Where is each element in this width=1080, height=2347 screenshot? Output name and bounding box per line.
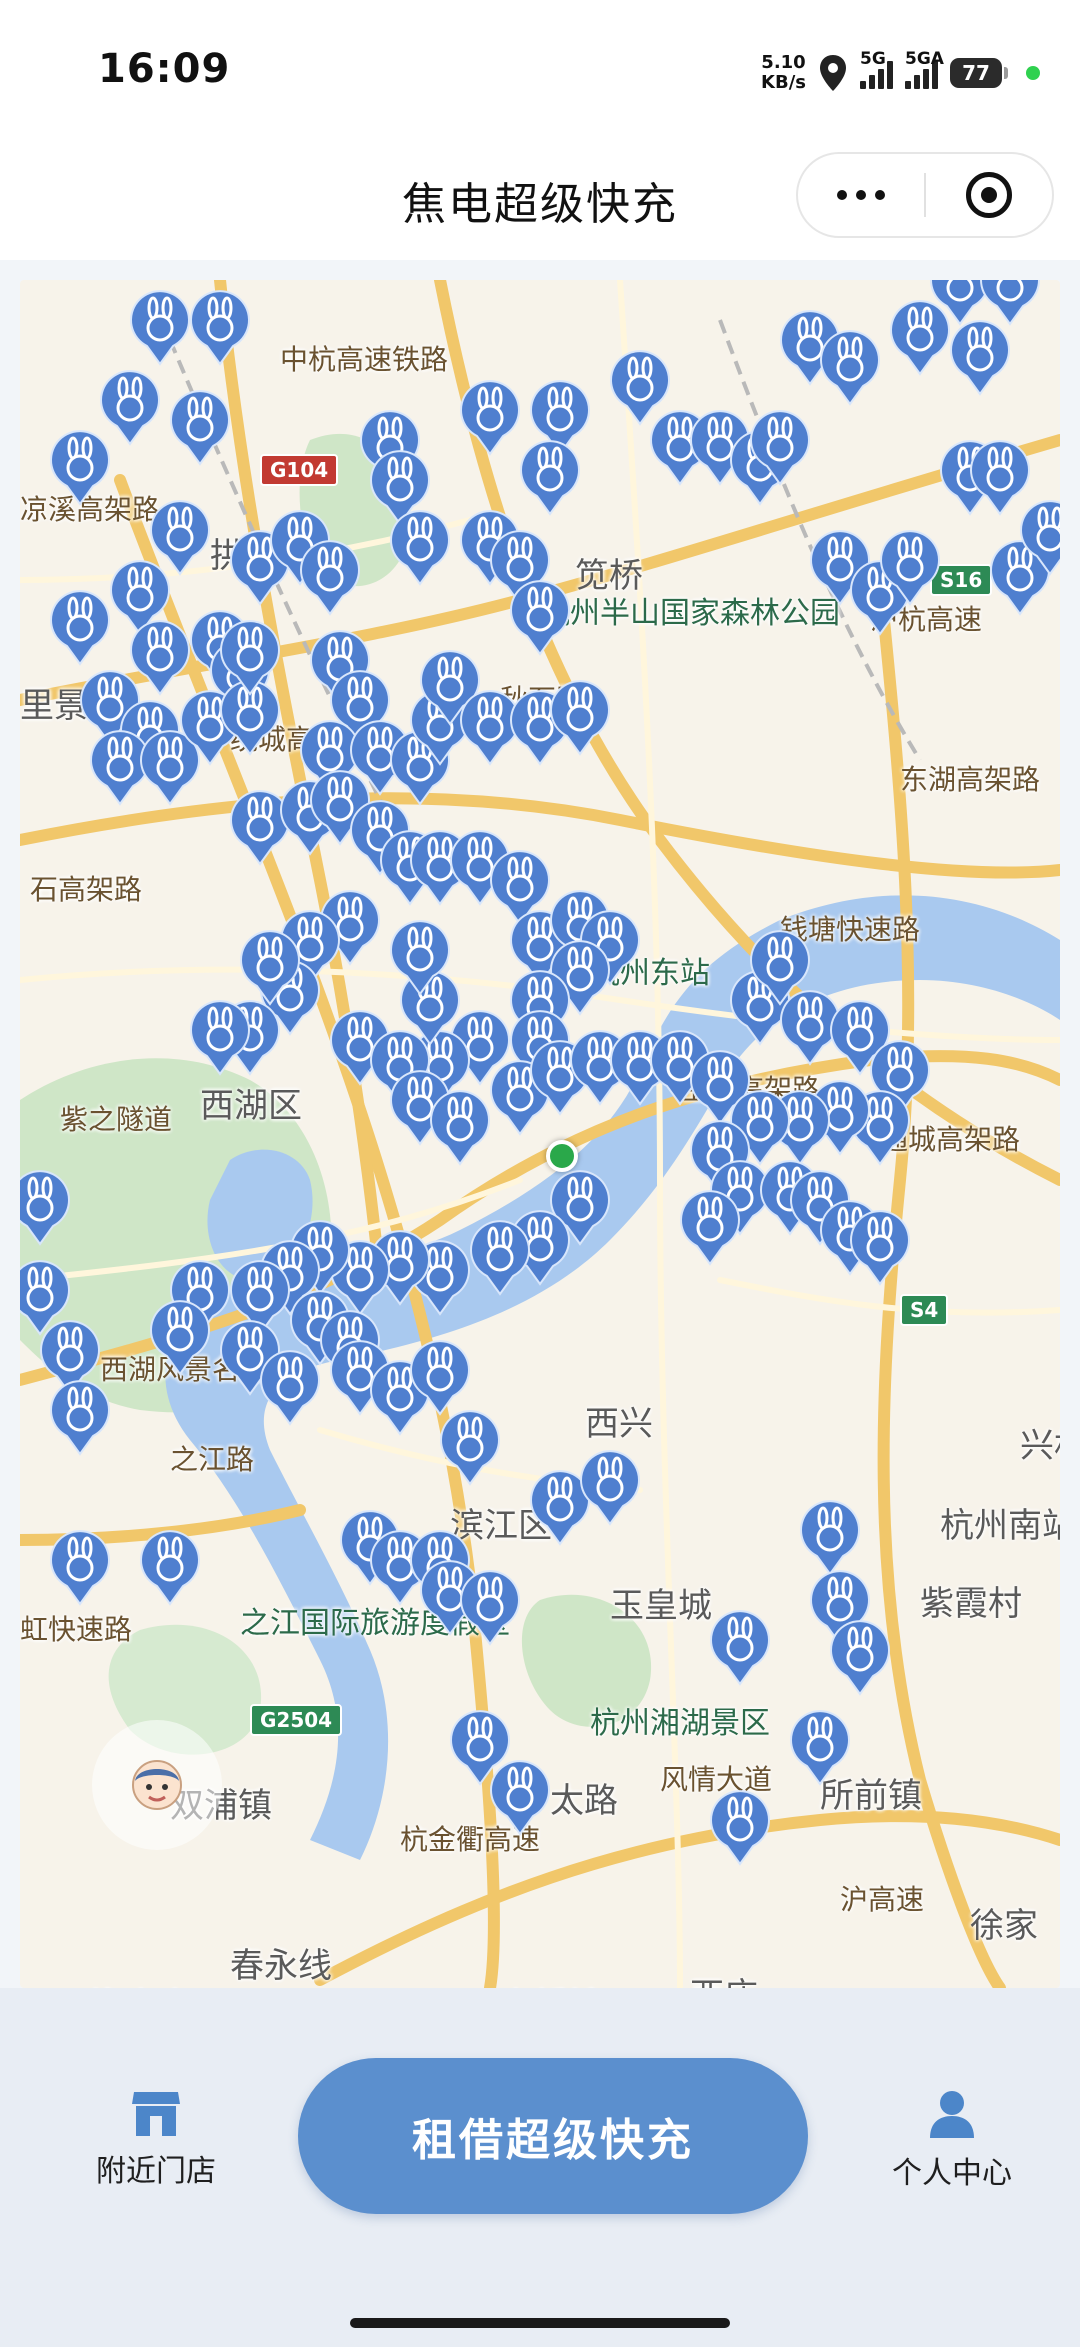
rabbit-pin-icon[interactable] (950, 320, 1010, 396)
map-frame: 崇贤拱墅区笕桥西湖区上城西兴滨江区玉皇城紫霞村西庄徐家所前镇义桥镇渔山乡春永线双… (0, 262, 1080, 1988)
signal-icon: 5GA (905, 49, 944, 89)
more-button[interactable] (798, 154, 924, 236)
rabbit-pin-icon[interactable] (300, 540, 360, 616)
rabbit-pin-icon[interactable] (800, 1500, 860, 1576)
rabbit-pin-icon[interactable] (490, 1760, 550, 1836)
rabbit-pin-icon[interactable] (130, 620, 190, 696)
rabbit-pin-icon[interactable] (190, 290, 250, 366)
rabbit-pin-icon[interactable] (50, 590, 110, 666)
rabbit-pin-icon[interactable] (470, 1220, 530, 1296)
close-button[interactable] (926, 154, 1052, 236)
rabbit-pin-icon[interactable] (710, 1790, 770, 1866)
customer-service-button[interactable] (92, 1720, 222, 1850)
rabbit-pin-icon[interactable] (970, 440, 1030, 516)
customer-service-icon (132, 1760, 182, 1810)
rabbit-pin-icon[interactable] (710, 1610, 770, 1686)
network-speed: 5.10 KB/s (761, 53, 806, 93)
rabbit-pin-icon[interactable] (460, 1570, 520, 1646)
rabbit-pin-icon[interactable] (850, 1210, 910, 1286)
rabbit-pin-icon[interactable] (260, 1350, 320, 1426)
profile-label: 个人中心 (892, 2156, 1012, 2191)
rabbit-pin-icon[interactable] (460, 380, 520, 456)
rabbit-pin-icon[interactable] (820, 330, 880, 406)
network-speed-unit: KB/s (761, 72, 806, 93)
rabbit-pin-icon[interactable] (520, 440, 580, 516)
current-location-marker (546, 1140, 578, 1172)
rabbit-pin-icon[interactable] (680, 1190, 740, 1266)
status-bar: 16:09 5.10 KB/s 5G 5GA 77 (0, 0, 1080, 130)
rabbit-pin-icon[interactable] (580, 1450, 640, 1526)
rabbit-pin-icon[interactable] (430, 1090, 490, 1166)
nearby-stores-label: 附近门店 (96, 2154, 216, 2189)
home-indicator (350, 2318, 730, 2328)
nearby-stores-button[interactable]: 附近门店 (76, 2088, 236, 2190)
rabbit-pin-icon[interactable] (830, 1620, 890, 1696)
rabbit-pin-icon[interactable] (130, 290, 190, 366)
close-target-icon (965, 172, 1012, 218)
map-view[interactable]: 崇贤拱墅区笕桥西湖区上城西兴滨江区玉皇城紫霞村西庄徐家所前镇义桥镇渔山乡春永线双… (20, 280, 1060, 1988)
rabbit-pin-icon[interactable] (90, 730, 150, 806)
rabbit-pin-icon[interactable] (890, 300, 950, 376)
rabbit-pin-icon[interactable] (150, 500, 210, 576)
rabbit-pin-icon[interactable] (20, 1170, 70, 1246)
rabbit-pin-icon[interactable] (170, 390, 230, 466)
rabbit-pin-icon[interactable] (460, 690, 520, 766)
store-icon (132, 2092, 180, 2136)
status-indicators: 5.10 KB/s 5G 5GA 77 (761, 48, 1040, 98)
rabbit-pin-icon[interactable] (140, 1530, 200, 1606)
rabbit-pin-icon[interactable] (610, 350, 670, 426)
rabbit-pin-icon[interactable] (230, 790, 290, 866)
rabbit-pin-icon[interactable] (100, 370, 160, 446)
rabbit-pin-icon[interactable] (440, 1410, 500, 1486)
rabbit-pin-icon[interactable] (50, 430, 110, 506)
location-icon (820, 55, 846, 91)
rabbit-pin-icon[interactable] (150, 1300, 210, 1376)
rabbit-pin-icon[interactable] (790, 1710, 850, 1786)
signal-icon: 5G (860, 49, 893, 89)
signal-label-5ga: 5GA (905, 49, 944, 69)
rabbit-pin-icon[interactable] (550, 680, 610, 756)
more-icon (837, 190, 885, 200)
rabbit-pin-icon[interactable] (510, 580, 570, 656)
status-time: 16:09 (98, 46, 231, 92)
signal-label-5g: 5G (860, 49, 886, 69)
mini-program-capsule (796, 152, 1054, 238)
rabbit-pin-icon[interactable] (190, 1000, 250, 1076)
title-bar: 焦电超级快充 (0, 130, 1080, 260)
rabbit-pin-icon[interactable] (390, 510, 450, 586)
bottom-bar: 附近门店 租借超级快充 个人中心 (0, 1988, 1080, 2347)
profile-button[interactable]: 个人中心 (872, 2088, 1032, 2192)
user-icon (930, 2091, 974, 2138)
rent-powerbank-button[interactable]: 租借超级快充 (298, 2058, 808, 2214)
network-speed-value: 5.10 (761, 52, 806, 73)
charging-indicator (1026, 66, 1040, 80)
rabbit-pin-icon[interactable] (50, 1380, 110, 1456)
rabbit-pin-icon[interactable] (980, 280, 1040, 326)
rabbit-pin-icon[interactable] (50, 1530, 110, 1606)
battery-icon: 77 (950, 58, 1008, 88)
